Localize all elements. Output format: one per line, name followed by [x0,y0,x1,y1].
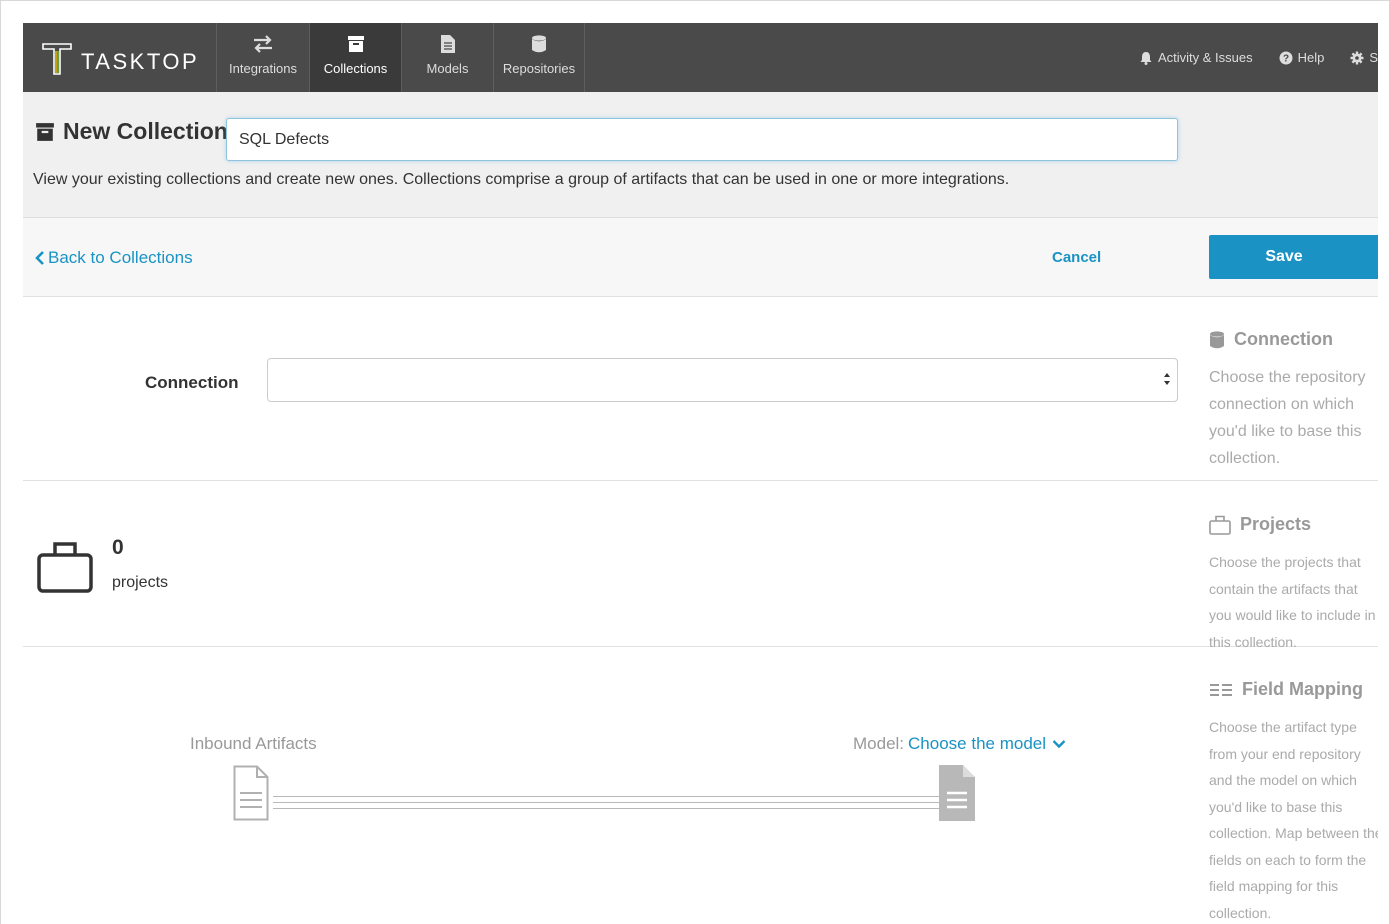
document-icon [440,33,455,55]
archive-box-icon [36,122,54,141]
help-link[interactable]: ? Help [1279,50,1325,65]
inbound-document-icon [233,765,269,821]
field-list-icon [1210,683,1232,696]
page-header: New Collection View your existing collec… [23,92,1378,218]
back-link-label: Back to Collections [48,248,193,267]
tasktop-logo[interactable]: TASKTOP [41,37,199,79]
nav-item-label: Models [426,61,469,76]
nav-item-repositories[interactable]: Repositories [493,23,585,92]
activity-issues-link[interactable]: Activity & Issues [1139,50,1253,65]
choose-model-link[interactable]: Choose the model [908,734,1046,754]
collection-name-input[interactable] [226,118,1178,161]
save-button[interactable]: Save [1209,235,1378,279]
help-title-text: Connection [1234,329,1333,349]
connection-label: Connection [145,373,239,392]
help-connection-body: Choose the repository connection on whic… [1209,369,1366,467]
model-chooser[interactable]: Model: Choose the model [853,734,1066,754]
briefcase-icon [37,542,93,593]
archive-box-icon [347,33,365,55]
help-field-mapping-title: Field Mapping [1209,679,1378,700]
chevron-down-icon [1052,740,1066,749]
tasktop-logo-icon [42,43,72,75]
help-projects-title: Projects [1209,514,1378,535]
help-field-mapping: Field Mapping Choose the artifact type f… [1209,679,1378,924]
help-title-text: Field Mapping [1242,679,1363,699]
settings-label: S [1369,50,1378,65]
connection-select[interactable] [267,358,1178,402]
nav-item-label: Integrations [229,61,297,76]
app-root: TASKTOP Integrations Collections Models [23,23,1378,924]
nav-item-integrations[interactable]: Integrations [216,23,309,92]
field-mapping-section: Inbound Artifacts Model: Choose the mode… [23,647,1378,924]
model-prefix: Model: [853,734,905,753]
help-connection-title: Connection [1209,329,1378,350]
page-title: New Collection [63,118,228,144]
help-title-text: Projects [1240,514,1312,534]
connection-section: Connection [23,297,1378,481]
mapping-connector-lines [273,796,941,809]
projects-count: 0 [112,536,124,559]
top-navbar: TASKTOP Integrations Collections Models [23,23,1378,92]
activity-issues-label: Activity & Issues [1157,50,1253,65]
logo-text: TASKTOP [81,49,200,74]
action-bar: Back to Collections Cancel Save [23,218,1378,297]
nav-item-label: Repositories [502,61,576,76]
gear-icon [1350,51,1364,64]
briefcase-icon [1209,515,1231,535]
model-document-icon [939,765,975,821]
arrows-exchange-icon [252,33,274,55]
inbound-artifacts-label: Inbound Artifacts [190,734,317,753]
back-to-collections-link[interactable]: Back to Collections [35,248,193,268]
help-connection: Connection Choose the repository connect… [1209,329,1378,472]
nav-item-collections[interactable]: Collections [309,23,401,92]
nav-item-models[interactable]: Models [401,23,493,92]
chevron-left-icon [35,251,44,265]
help-field-mapping-body: Choose the artifact type from your end r… [1209,719,1378,921]
projects-section[interactable]: 0 projects [23,481,1378,647]
help-label: Help [1297,50,1325,65]
projects-label: projects [112,574,169,591]
page-title-row: New Collection [35,118,228,145]
question-circle-icon: ? [1279,51,1293,64]
svg-text:?: ? [1283,53,1289,64]
select-arrows-icon [1164,373,1170,385]
nav-item-label: Collections [323,61,388,76]
navbar-right: Activity & Issues ? Help S [1139,23,1378,92]
settings-link[interactable]: S [1350,50,1378,65]
database-icon [1210,330,1224,348]
bell-icon [1140,51,1152,65]
database-icon [531,33,547,55]
page-description: View your existing collections and creat… [33,171,1010,188]
cancel-button[interactable]: Cancel [1052,249,1101,266]
help-projects: Projects Choose the projects that contai… [1209,514,1378,655]
main-nav: Integrations Collections Models Reposito… [216,23,585,92]
help-projects-body: Choose the projects that contain the art… [1209,554,1376,650]
